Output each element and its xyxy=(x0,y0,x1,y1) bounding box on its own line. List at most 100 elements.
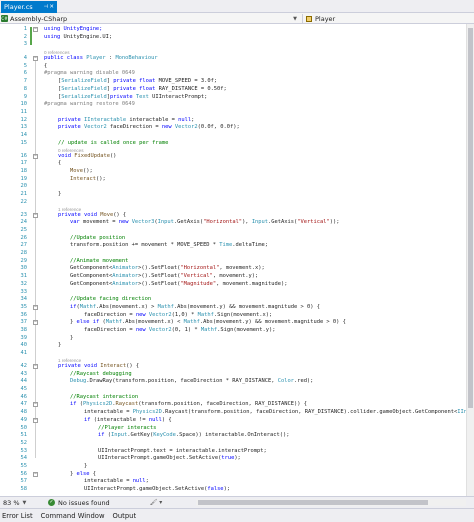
scroll-thumb[interactable] xyxy=(198,500,428,505)
line-number: 46 xyxy=(20,393,28,400)
line-number: 11 xyxy=(20,108,28,115)
code-line: using UnityEngine.UI; xyxy=(44,33,113,40)
line-number: 56 xyxy=(20,470,28,477)
code-line: //Player interacts xyxy=(98,424,157,431)
line-number: 15 xyxy=(20,139,28,146)
code-line: #pragma warning disable 0649 xyxy=(44,70,135,77)
chevron-down-icon: ▼ xyxy=(22,499,27,506)
code-line: UIInteractPrompt.text = interactable.int… xyxy=(98,447,267,454)
line-number: 34 xyxy=(20,296,28,303)
collapse-icon[interactable]: − xyxy=(33,363,38,369)
code-line: [SerializeField] private float RAY_DISTA… xyxy=(58,85,227,92)
code-line: { xyxy=(44,62,48,69)
line-number: 22 xyxy=(20,198,28,205)
navigation-bar: C# Assembly-CSharp ▼ Player xyxy=(0,13,474,24)
line-number: 35 xyxy=(20,303,28,310)
tab-command-window[interactable]: Command Window xyxy=(41,512,105,520)
tab-player-cs[interactable]: Player.cs ⊣✕ xyxy=(1,1,57,13)
line-number: 55 xyxy=(20,463,28,469)
line-number: 25 xyxy=(20,226,28,233)
code-line: private void Interact() { xyxy=(58,362,140,369)
line-number: 36 xyxy=(20,311,28,318)
line-number: 38 xyxy=(20,327,28,333)
collapse-icon[interactable]: − xyxy=(33,417,38,423)
code-line: Move(); xyxy=(70,167,93,174)
line-number: 33 xyxy=(20,288,28,295)
type-name: Player xyxy=(315,14,336,23)
code-line: GetComponent<Animator>().SetFloat("Magni… xyxy=(70,280,288,287)
line-number: 52 xyxy=(20,439,28,446)
code-line: public class Player : MonoBehaviour xyxy=(44,55,158,61)
code-line: Debug.DrawRay(transform.position, faceDi… xyxy=(70,378,314,385)
collapse-icon[interactable]: − xyxy=(33,212,38,218)
line-number: 28 xyxy=(20,250,28,256)
issues-text: No issues found xyxy=(58,498,110,507)
code-line: interactable = null; xyxy=(84,478,149,485)
code-line: [SerializeField] private float MOVE_SPEE… xyxy=(58,78,218,85)
line-number: 41 xyxy=(20,350,28,357)
tab-error-list[interactable]: Error List xyxy=(2,512,33,520)
code-line: } xyxy=(84,463,88,469)
line-number: 21 xyxy=(20,191,28,197)
code-line: if (interactable != null) { xyxy=(84,416,172,423)
code-editor[interactable]: 1 − using UnityEngine; 2 using UnityEngine.… xyxy=(0,24,474,496)
line-number: 13 xyxy=(20,124,28,131)
line-number: 51 xyxy=(20,432,28,439)
collapse-icon[interactable]: − xyxy=(33,56,38,61)
code-line: if (Input.GetKey(KeyCode.Space)) interac… xyxy=(98,432,290,439)
project-dropdown[interactable]: C# Assembly-CSharp ▼ xyxy=(1,14,301,23)
collapse-icon[interactable]: − xyxy=(33,153,38,159)
document-tab-strip: Player.cs ⊣✕ xyxy=(0,0,474,13)
line-number: 50 xyxy=(20,424,28,431)
scroll-thumb[interactable] xyxy=(468,28,473,408)
code-line: if(Mathf.Abs(movement.x) > Mathf.Abs(mov… xyxy=(70,303,320,310)
code-line: //Raycast debugging xyxy=(70,370,132,377)
collapse-icon[interactable]: − xyxy=(33,320,38,326)
code-line: } else if (Mathf.Abs(movement.x) < Mathf… xyxy=(70,319,346,326)
class-icon xyxy=(306,15,312,22)
vertical-scrollbar[interactable] xyxy=(466,24,474,496)
line-number: 44 xyxy=(20,378,28,385)
code-line: private Vector2 faceDirection = new Vect… xyxy=(58,124,240,131)
collapse-icon[interactable]: − xyxy=(33,402,38,408)
line-number: 18 xyxy=(20,167,28,174)
line-number: 2 xyxy=(23,33,27,40)
code-line: //Update position xyxy=(70,234,126,241)
line-number: 57 xyxy=(20,478,28,485)
line-number: 54 xyxy=(20,455,28,462)
horizontal-scrollbar[interactable] xyxy=(196,499,466,506)
line-number: 45 xyxy=(20,386,28,392)
line-number: 16 xyxy=(20,152,28,159)
close-icon[interactable]: ✕ xyxy=(49,4,55,10)
line-number: 29 xyxy=(20,257,28,264)
zoom-dropdown[interactable]: 83 % ▼ xyxy=(0,499,34,507)
line-number: 17 xyxy=(20,160,28,167)
code-cleanup-icon[interactable]: 🖌 ▾ xyxy=(150,499,163,506)
line-number: 48 xyxy=(20,409,28,416)
tab-title: Player.cs xyxy=(4,3,33,11)
line-number: 53 xyxy=(20,447,28,454)
code-line: using UnityEngine; xyxy=(44,26,103,32)
line-number: 5 xyxy=(23,62,27,69)
code-line: if (Physics2D.Raycast(transform.position… xyxy=(70,401,307,408)
line-number: 1 xyxy=(23,26,27,32)
type-dropdown[interactable]: Player xyxy=(302,14,472,23)
code-line: } xyxy=(70,334,74,341)
code-line: #pragma warning restore 0649 xyxy=(44,101,135,108)
line-number: 23 xyxy=(20,211,28,218)
tab-output[interactable]: Output xyxy=(113,512,137,520)
zoom-level: 83 % xyxy=(3,498,20,507)
collapse-icon[interactable]: − xyxy=(33,471,38,477)
line-number: 6 xyxy=(23,70,27,77)
line-number: 4 xyxy=(23,55,27,61)
line-number: 32 xyxy=(20,280,28,287)
line-number: 39 xyxy=(20,334,28,341)
collapse-icon[interactable]: − xyxy=(33,27,38,32)
issues-indicator[interactable]: ✓ No issues found xyxy=(48,499,110,507)
collapse-icon[interactable]: − xyxy=(33,304,38,310)
line-number: 3 xyxy=(23,41,27,48)
line-number: 9 xyxy=(23,93,27,100)
line-number: 7 xyxy=(23,78,27,85)
code-line: } else { xyxy=(70,470,96,477)
code-line: Interact(); xyxy=(70,175,106,182)
